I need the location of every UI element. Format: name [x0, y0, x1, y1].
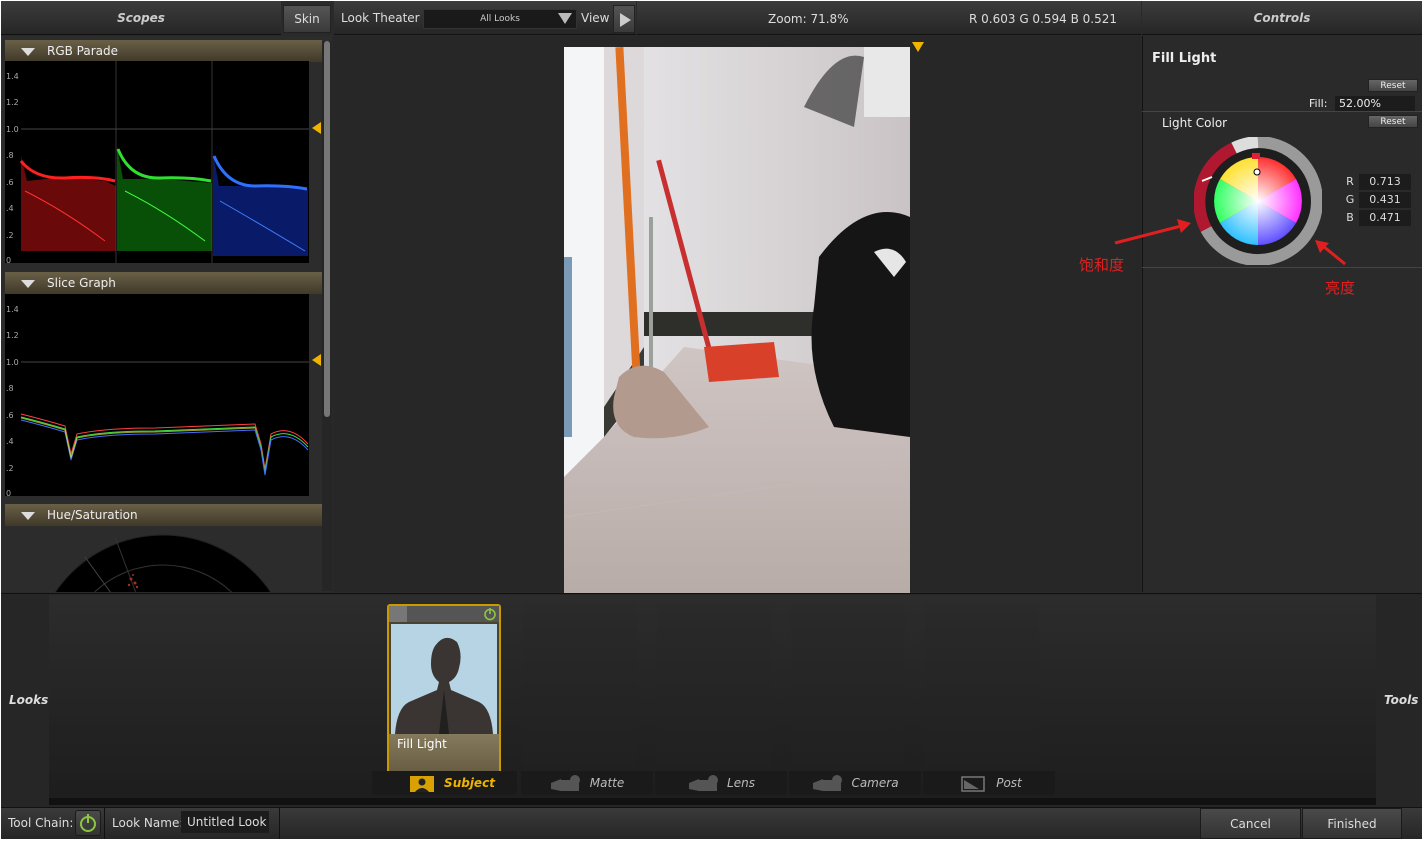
- play-icon: [620, 13, 631, 27]
- category-tab-matte[interactable]: Matte: [521, 771, 653, 795]
- y-tick: 1.4: [6, 305, 19, 314]
- preview-image[interactable]: [564, 47, 910, 593]
- r-label: R: [1346, 175, 1354, 188]
- r-value-field[interactable]: 0.713: [1359, 174, 1411, 190]
- y-tick: .4: [6, 437, 14, 446]
- y-tick: 1.0: [6, 358, 19, 367]
- slice-graph-title: Slice Graph: [47, 276, 116, 290]
- y-tick: 1.4: [6, 72, 19, 81]
- fill-reset-button[interactable]: Reset: [1368, 79, 1418, 92]
- y-tick: 1.2: [6, 98, 19, 107]
- hue-saturation-scope: [54, 534, 272, 592]
- b-value-field[interactable]: 0.471: [1359, 210, 1411, 226]
- red-slice-line: [20, 413, 309, 470]
- fill-label: Fill:: [1309, 97, 1328, 110]
- rgb-parade-level-marker[interactable]: [312, 122, 321, 134]
- category-label: Camera: [851, 776, 899, 790]
- tools-side-label[interactable]: Tools: [1384, 693, 1418, 707]
- annotation-arrows: [1114, 219, 1346, 266]
- collapse-triangle-icon: [21, 512, 35, 520]
- category-label: Subject: [444, 776, 495, 790]
- looks-filter-value: All Looks: [480, 14, 520, 24]
- tray-scrollbar[interactable]: [49, 798, 1376, 805]
- category-tab-camera[interactable]: Camera: [789, 771, 921, 795]
- scopes-title-text: Scopes: [117, 11, 165, 25]
- rgb-parade-scope: 1.4 1.2 1.0 .8 .6 .4 .2 0: [5, 61, 309, 263]
- light-color-r-row: R 0.713: [1341, 174, 1411, 191]
- finished-button[interactable]: Finished: [1302, 808, 1402, 839]
- y-tick: 1.0: [6, 125, 19, 134]
- divider: [1142, 111, 1422, 112]
- saturation-annotation: 饱和度: [1079, 256, 1125, 274]
- look-name-field[interactable]: Untitled Look: [181, 811, 269, 833]
- slice-graph-header[interactable]: Slice Graph: [5, 272, 322, 294]
- tool-card-fill-light[interactable]: Fill Light: [387, 604, 501, 792]
- category-tab-subject[interactable]: Subject: [372, 771, 517, 795]
- slice-graph-scope: 1.4 1.2 1.0 .8 .6 .4 .2 0: [5, 294, 309, 496]
- scopes-panel-title: Scopes: [1, 1, 281, 35]
- scopes-scrollbar-thumb[interactable]: [324, 41, 330, 417]
- chevron-down-icon: [558, 13, 572, 24]
- g-label: G: [1345, 193, 1355, 206]
- view-play-button[interactable]: [613, 5, 635, 33]
- collapse-triangle-icon: [21, 280, 35, 288]
- look-name-label: Look Name:: [112, 816, 184, 830]
- tool-chain-label: Tool Chain:: [8, 816, 74, 830]
- look-theater-label: Look Theater: [341, 11, 420, 25]
- y-tick: .2: [6, 231, 14, 240]
- slice-graph-level-marker[interactable]: [312, 354, 321, 366]
- looks-filter-dropdown[interactable]: All Looks: [423, 9, 577, 29]
- power-icon[interactable]: [483, 607, 497, 621]
- empty-tool-slot[interactable]: [791, 604, 905, 792]
- looks-side-label[interactable]: Looks: [9, 693, 48, 707]
- category-label: Lens: [727, 776, 755, 790]
- y-tick: .8: [6, 384, 14, 393]
- light-color-reset-button[interactable]: Reset: [1368, 115, 1418, 128]
- divider: [279, 807, 280, 839]
- card-handle[interactable]: [389, 606, 407, 622]
- g-value-field[interactable]: 0.431: [1359, 192, 1411, 208]
- y-tick: .6: [6, 411, 14, 420]
- rgb-parade-header[interactable]: RGB Parade: [5, 40, 322, 62]
- y-tick: 1.2: [6, 331, 19, 340]
- divider: [104, 807, 105, 839]
- red-channel-trace: [21, 156, 116, 251]
- rgb-parade-title: RGB Parade: [47, 44, 119, 58]
- fill-value-field[interactable]: 52.00%: [1335, 96, 1415, 111]
- rgb-pixel-readout: R 0.603 G 0.594 B 0.521: [969, 12, 1118, 26]
- category-label: Post: [996, 776, 1022, 790]
- tool-title: Fill Light: [1152, 51, 1217, 66]
- tool-chain-power-button[interactable]: [75, 810, 101, 836]
- category-label: Matte: [589, 776, 625, 790]
- empty-tool-slot[interactable]: [523, 604, 637, 792]
- y-tick: .2: [6, 464, 14, 473]
- hue-saturation-title: Hue/Saturation: [47, 508, 138, 522]
- controls-title-text: Controls: [1253, 11, 1311, 25]
- light-color-label: Light Color: [1162, 116, 1228, 130]
- controls-panel-title: Controls: [1142, 1, 1422, 35]
- card-title: Fill Light: [397, 737, 447, 751]
- y-tick: 0: [6, 256, 11, 263]
- zoom-readout: Zoom: 71.8%: [768, 12, 849, 26]
- hue-saturation-header[interactable]: Hue/Saturation: [5, 504, 322, 526]
- y-tick: .4: [6, 204, 14, 213]
- brightness-annotation: 亮度: [1325, 279, 1356, 297]
- view-label: View: [581, 11, 610, 25]
- skin-button[interactable]: Skin: [283, 5, 331, 33]
- empty-tool-slot[interactable]: [657, 604, 771, 792]
- y-tick: 0: [6, 489, 11, 496]
- empty-tool-slot[interactable]: [925, 604, 1039, 792]
- category-tab-lens[interactable]: Lens: [655, 771, 787, 795]
- y-tick: .8: [6, 151, 14, 160]
- cancel-button[interactable]: Cancel: [1200, 808, 1301, 839]
- image-top-marker[interactable]: [912, 42, 924, 52]
- person-silhouette-icon: [391, 624, 497, 734]
- blue-channel-trace: [213, 153, 308, 256]
- app-window: Scopes Skin Look Theater All Looks View …: [1, 1, 1422, 839]
- color-picker-handle[interactable]: [1253, 168, 1261, 176]
- collapse-triangle-icon: [21, 48, 35, 56]
- category-tab-post[interactable]: Post: [923, 771, 1055, 795]
- power-icon: [80, 814, 96, 832]
- y-tick: .6: [6, 178, 14, 187]
